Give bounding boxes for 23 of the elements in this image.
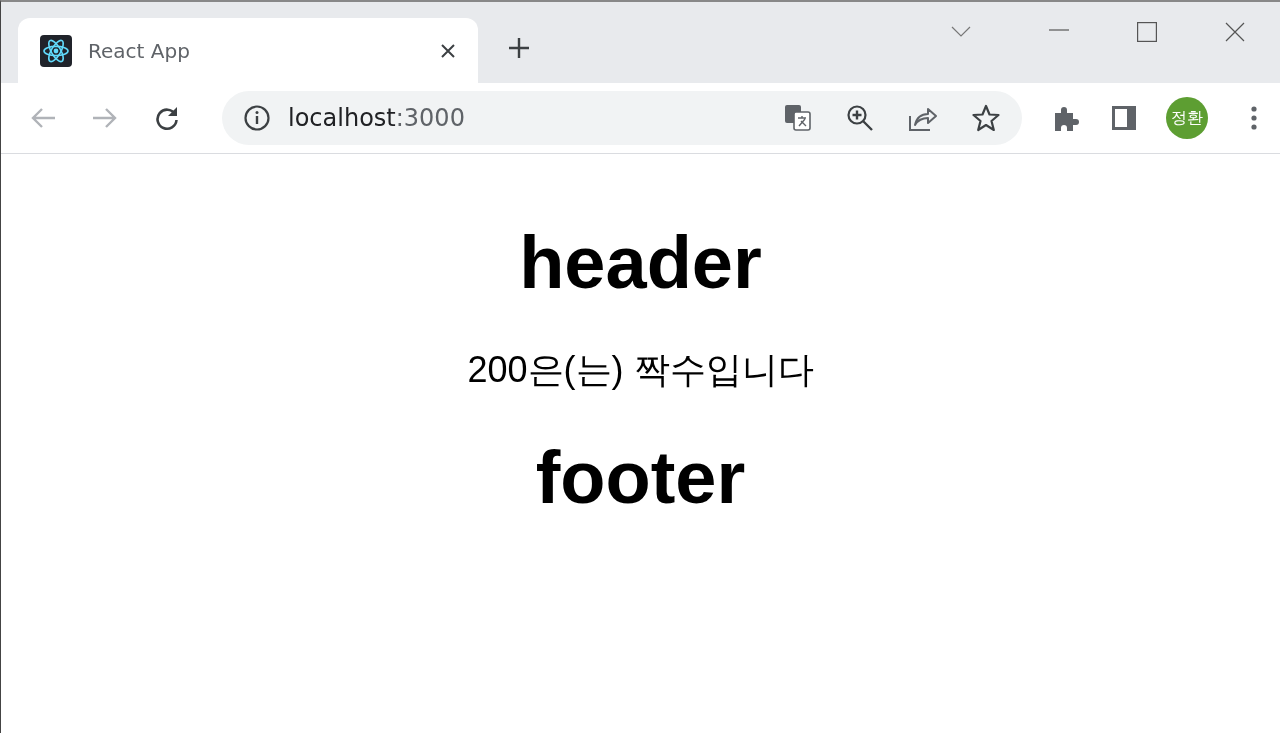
profile-avatar[interactable]: 정환	[1166, 97, 1208, 139]
url-port: :3000	[395, 104, 465, 132]
atom-icon	[40, 34, 72, 67]
browser-tab[interactable]: React App	[18, 18, 478, 83]
page-heading: footer	[535, 435, 746, 521]
page-heading: header	[519, 220, 762, 306]
puzzle-icon[interactable]	[1052, 104, 1080, 132]
message-text: 200은(는) 짝수입니다	[467, 348, 814, 392]
close-icon[interactable]	[1225, 22, 1245, 42]
url-host: localhost	[288, 104, 396, 132]
close-icon[interactable]	[440, 42, 456, 59]
side-panel-icon[interactable]	[1110, 104, 1138, 132]
tab-title: React App	[88, 38, 191, 63]
address-bar[interactable]: localhost:3000	[222, 91, 1022, 145]
menu-icon[interactable]	[1250, 105, 1258, 131]
info-icon[interactable]	[244, 105, 270, 131]
maximize-icon[interactable]	[1137, 22, 1157, 42]
new-tab-icon[interactable]	[508, 37, 530, 59]
translate-icon[interactable]	[784, 104, 812, 132]
zoom-in-icon[interactable]	[846, 104, 874, 132]
chevron-down-icon[interactable]	[951, 26, 971, 38]
star-icon[interactable]	[972, 104, 1000, 132]
reload-icon[interactable]	[154, 105, 180, 131]
